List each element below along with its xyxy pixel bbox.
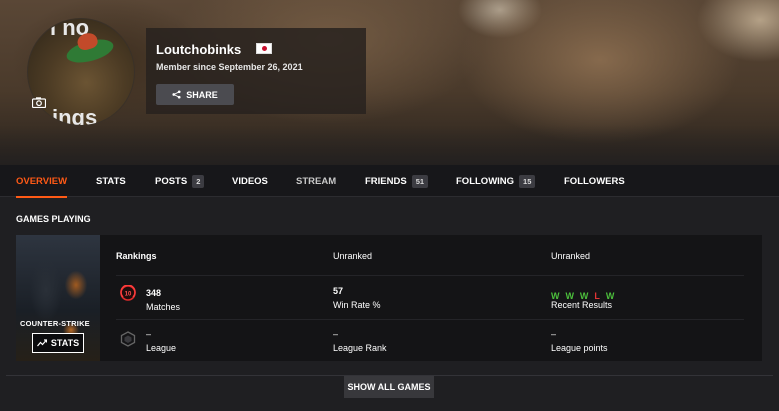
share-button[interactable]: SHARE — [156, 84, 234, 105]
recent-results-label: Recent Results — [551, 300, 613, 310]
posts-count-badge: 2 — [192, 174, 205, 188]
tab-posts[interactable]: POSTS 2 — [155, 165, 205, 197]
ranking-value-2: Unranked — [551, 251, 591, 261]
win-rate-label: Win Rate % — [333, 300, 381, 310]
game-cover-image[interactable]: COUNTER-STRIKE STATS — [16, 235, 100, 361]
username: Loutchobinks — [156, 42, 242, 57]
tab-followers[interactable]: FOLLOWERS — [564, 165, 625, 197]
matches-label: Matches — [146, 302, 181, 312]
ranking-value-1: Unranked — [333, 251, 373, 261]
tab-label: POSTS — [155, 175, 188, 187]
share-icon — [172, 90, 181, 99]
camera-icon[interactable] — [32, 97, 46, 108]
skill-level-number: 10 — [125, 292, 132, 298]
league-shield-icon — [120, 331, 136, 347]
tab-label: STREAM — [296, 175, 337, 187]
profile-tabs: OVERVIEW STATS POSTS 2 VIDEOS STREAM FRIE… — [0, 165, 779, 198]
tab-label: STATS — [96, 175, 126, 187]
tab-following[interactable]: FOLLOWING 15 — [456, 165, 536, 197]
league-points-label: League points — [551, 343, 608, 353]
tab-overview[interactable]: OVERVIEW — [16, 165, 68, 198]
show-all-games-button[interactable]: SHOW ALL GAMES — [344, 376, 434, 398]
games-section-title: GAMES PLAYING — [16, 214, 91, 224]
avatar[interactable]: l no ings — [27, 18, 135, 126]
win-rate-value: 57 — [333, 286, 344, 296]
tab-videos[interactable]: VIDEOS — [232, 165, 268, 197]
game-cover-logo: COUNTER-STRIKE — [20, 319, 90, 328]
following-count-badge: 15 — [519, 174, 536, 188]
tab-stream[interactable]: STREAM — [296, 165, 336, 197]
tab-label: FOLLOWERS — [564, 175, 625, 187]
league-rank-label: League Rank — [333, 343, 387, 353]
member-since: Member since September 26, 2021 — [156, 62, 303, 72]
game-card: COUNTER-STRIKE STATS Rankings Unranked U… — [16, 235, 762, 361]
tab-friends[interactable]: FRIENDS 51 — [365, 165, 429, 197]
skill-level-badge-icon: 10 — [120, 285, 136, 301]
league-points-value: – — [551, 329, 557, 339]
tab-label: FOLLOWING — [456, 175, 515, 187]
rankings-label: Rankings — [116, 251, 157, 261]
profile-page: l no ings Loutchobinks Member since Sept… — [0, 0, 779, 411]
matches-value: 348 — [146, 288, 162, 298]
row-divider — [116, 275, 744, 276]
avatar-text-bottom: ings — [52, 105, 98, 126]
tab-label: VIDEOS — [232, 175, 268, 187]
profile-info: Loutchobinks Member since September 26, … — [146, 28, 366, 114]
tab-label: OVERVIEW — [16, 175, 68, 187]
tab-label: FRIENDS — [365, 175, 407, 187]
league-label: League — [146, 343, 177, 353]
stats-label: STATS — [50, 338, 80, 348]
japan-flag-icon — [256, 43, 272, 54]
league-value: – — [146, 329, 152, 339]
friends-count-badge: 51 — [411, 174, 429, 188]
tab-stats[interactable]: STATS — [96, 165, 126, 197]
league-rank-value: – — [333, 329, 339, 339]
game-stats-button[interactable]: STATS — [32, 333, 84, 353]
trend-chart-icon — [36, 339, 47, 347]
share-label: SHARE — [186, 89, 218, 100]
row-divider — [116, 319, 744, 320]
